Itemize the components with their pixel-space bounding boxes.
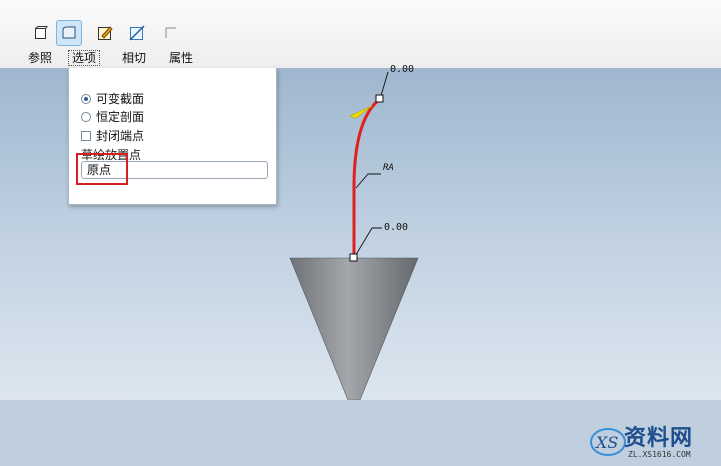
section-box-icon bbox=[35, 26, 48, 39]
section-box-button[interactable] bbox=[28, 20, 54, 46]
watermark-logo-icon: XS bbox=[590, 428, 626, 456]
constant-section-label: 恒定剖面 bbox=[96, 110, 145, 124]
dashboard-toolbar: 参照 选项 相切 属性 bbox=[0, 0, 721, 69]
dim-label-middle[interactable]: RA bbox=[383, 163, 394, 173]
trajectory-start-point bbox=[349, 253, 358, 262]
dim-leader-bottom bbox=[353, 227, 382, 259]
constant-section-radio[interactable] bbox=[81, 111, 91, 122]
surface-sweep-icon bbox=[62, 26, 76, 39]
surface-sweep-button[interactable] bbox=[56, 20, 82, 46]
constant-section-option[interactable]: 恒定剖面 bbox=[81, 108, 144, 125]
open-corner-icon bbox=[165, 27, 176, 38]
watermark-url: ZL.XS1616.COM bbox=[628, 450, 691, 459]
svg-text:XS: XS bbox=[594, 433, 618, 452]
tangent-plane-icon bbox=[129, 25, 145, 41]
variable-section-radio[interactable] bbox=[81, 93, 91, 104]
variable-section-option[interactable]: 可变截面 bbox=[81, 90, 144, 107]
dim-label-bottom[interactable]: 0.00 bbox=[384, 222, 408, 233]
merge-ends-label: 封闭端点 bbox=[96, 129, 145, 143]
sketch-edit-button[interactable] bbox=[92, 20, 118, 46]
sweep-trajectory-curve bbox=[352, 97, 381, 258]
cone-solid bbox=[289, 257, 419, 400]
dim-label-top[interactable]: 0.00 bbox=[390, 64, 414, 75]
sketch-edit-icon bbox=[98, 26, 113, 40]
tab-options[interactable]: 选项 bbox=[68, 50, 101, 66]
watermark-text: 资料网 bbox=[624, 426, 694, 451]
tab-properties[interactable]: 属性 bbox=[166, 50, 196, 66]
trajectory-end-point bbox=[375, 94, 384, 103]
merge-ends-option[interactable]: 封闭端点 bbox=[81, 127, 144, 144]
dim-leader-middle bbox=[355, 173, 381, 189]
site-watermark: XS 资料网 ZL.XS1616.COM bbox=[588, 418, 718, 466]
tab-references[interactable]: 参照 bbox=[25, 50, 55, 66]
merge-ends-checkbox[interactable] bbox=[81, 130, 91, 141]
tab-tangency[interactable]: 相切 bbox=[119, 50, 149, 66]
highlight-box bbox=[76, 153, 128, 185]
open-corner-button[interactable] bbox=[158, 20, 184, 46]
variable-section-label: 可变截面 bbox=[96, 92, 145, 106]
tangent-plane-button[interactable] bbox=[124, 20, 150, 46]
